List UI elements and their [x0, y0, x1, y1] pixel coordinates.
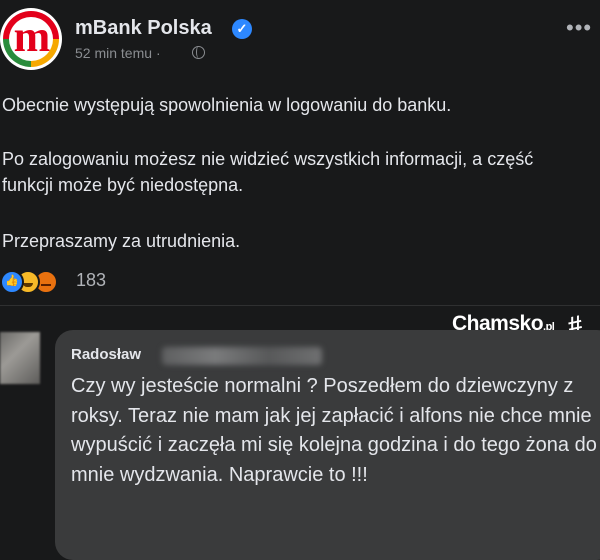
page-name[interactable]: mBank Polska	[75, 17, 212, 40]
mbank-logo[interactable]: m	[0, 8, 62, 70]
post-header: m mBank Polska ✓ 52 min temu · •••	[0, 0, 600, 80]
divider	[0, 305, 600, 306]
comment-author[interactable]: Radosław	[71, 346, 141, 363]
globe-icon	[192, 46, 205, 59]
more-options-icon[interactable]: •••	[566, 17, 592, 39]
like-icon	[0, 270, 24, 294]
comment-text: Czy wy jesteście normalni ? Poszedłem do…	[71, 375, 597, 486]
blurred-surname	[162, 347, 322, 365]
post-paragraph-1: Obecnie występują spowolnienia w logowan…	[2, 95, 452, 115]
reactions-bar[interactable]: 183	[0, 268, 200, 294]
logo-letter: m	[13, 12, 51, 61]
reaction-count[interactable]: 183	[76, 270, 106, 291]
post-meta: 52 min temu ·	[75, 45, 161, 61]
meta-separator: ·	[155, 45, 161, 61]
verified-badge-icon: ✓	[232, 19, 252, 39]
commenter-avatar[interactable]	[0, 332, 40, 384]
post-timestamp[interactable]: 52 min temu	[75, 45, 152, 61]
post-paragraph-3: Przepraszamy za utrudnienia.	[2, 231, 241, 251]
post-paragraph-2: Po zalogowaniu możesz nie widzieć wszyst…	[2, 149, 534, 195]
